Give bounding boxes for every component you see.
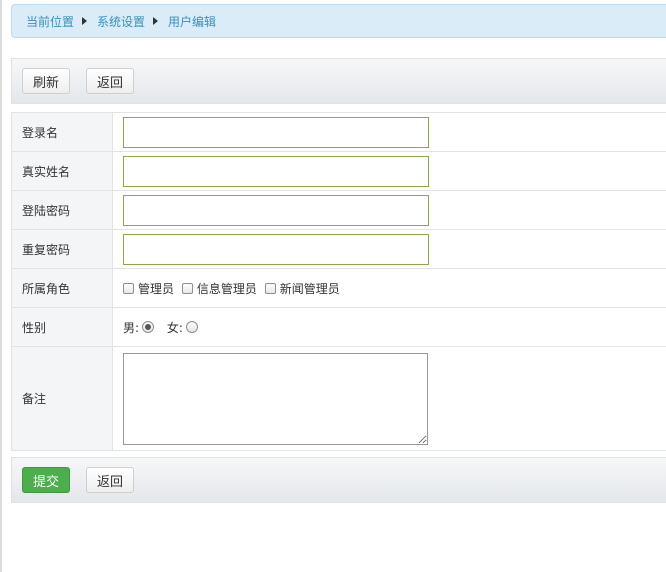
- role-option-info-admin[interactable]: 信息管理员: [181, 280, 257, 297]
- breadcrumb-user-edit[interactable]: 用户编辑: [168, 13, 216, 30]
- username-input[interactable]: [123, 116, 429, 148]
- role-label: 所属角色: [11, 268, 113, 308]
- role-news-admin-label: 新闻管理员: [279, 281, 340, 296]
- breadcrumb-arrow-icon: [82, 17, 88, 25]
- gender-male-label: 男:: [123, 320, 140, 335]
- password-label: 登陆密码: [11, 190, 113, 230]
- gender-label: 性别: [11, 307, 113, 347]
- gender-male-radio[interactable]: [142, 321, 155, 333]
- role-option-news-admin[interactable]: 新闻管理员: [264, 280, 340, 297]
- breadcrumb-current-position: 当前位置: [26, 14, 75, 29]
- user-edit-form: 登录名 真实姓名 登陆密码 重复密码 所属角色 管理员 信息管理员 新闻管理员 …: [11, 112, 666, 451]
- refresh-button[interactable]: 刷新: [22, 68, 71, 94]
- note-label: 备注: [11, 346, 113, 451]
- form-row-gender: 性别 男: 女:: [11, 307, 666, 347]
- gender-option-female[interactable]: 女:: [167, 319, 203, 336]
- role-option-admin[interactable]: 管理员: [123, 280, 174, 297]
- form-row-repeat-password: 重复密码: [11, 229, 666, 269]
- form-row-role: 所属角色 管理员 信息管理员 新闻管理员: [11, 268, 666, 308]
- role-admin-checkbox[interactable]: [123, 282, 134, 294]
- role-admin-label: 管理员: [138, 281, 175, 296]
- realname-input[interactable]: [123, 155, 429, 187]
- bottom-back-button[interactable]: 返回: [86, 467, 135, 493]
- role-news-admin-checkbox[interactable]: [264, 282, 276, 294]
- repeat-password-input[interactable]: [123, 233, 429, 265]
- gender-option-male[interactable]: 男:: [123, 319, 159, 336]
- form-row-realname: 真实姓名: [11, 151, 666, 191]
- breadcrumb: 当前位置 系统设置 用户编辑: [11, 4, 666, 38]
- repeat-password-label: 重复密码: [11, 229, 113, 269]
- username-label: 登录名: [11, 112, 113, 152]
- gender-female-label: 女:: [166, 320, 183, 335]
- realname-label: 真实姓名: [11, 151, 113, 191]
- role-info-admin-label: 信息管理员: [196, 281, 257, 296]
- note-textarea[interactable]: [123, 352, 428, 445]
- role-info-admin-checkbox[interactable]: [181, 282, 193, 294]
- form-row-username: 登录名: [11, 112, 666, 152]
- breadcrumb-system-settings[interactable]: 系统设置: [97, 13, 145, 30]
- breadcrumb-arrow-icon: [153, 17, 159, 25]
- page: 当前位置 系统设置 用户编辑 刷新 返回 登录名 真实姓名 登陆密码 重复密码 …: [0, 0, 666, 572]
- back-button[interactable]: 返回: [86, 68, 135, 94]
- submit-button[interactable]: 提交: [22, 467, 71, 493]
- top-toolbar: 刷新 返回: [11, 58, 666, 104]
- bottom-toolbar: 提交 返回: [11, 457, 666, 503]
- gender-female-radio[interactable]: [185, 321, 198, 333]
- form-row-password: 登陆密码: [11, 190, 666, 230]
- password-input[interactable]: [123, 194, 429, 226]
- form-row-note: 备注: [11, 346, 666, 451]
